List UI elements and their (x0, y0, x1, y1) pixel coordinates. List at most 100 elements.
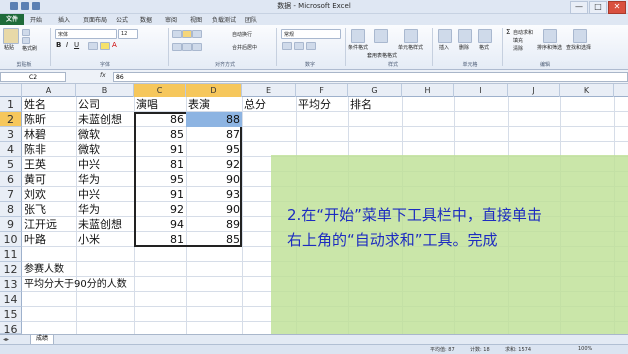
delete-cells-button[interactable]: 删除 (459, 44, 469, 51)
column-header[interactable]: A (22, 84, 76, 97)
font-name-select[interactable]: 宋体 (55, 29, 117, 39)
close-button[interactable]: ✕ (608, 1, 626, 14)
row-header[interactable]: 8 (0, 202, 22, 217)
wrap-text-button[interactable]: 自动换行 (232, 31, 252, 38)
select-all-corner[interactable] (0, 84, 22, 97)
cell[interactable]: 95 (186, 142, 242, 158)
cell[interactable]: 华为 (76, 172, 102, 188)
name-box[interactable]: C2 (0, 72, 66, 82)
format-cells-button[interactable]: 格式 (479, 44, 489, 51)
cell[interactable]: 小米 (76, 232, 102, 248)
row-header[interactable]: 1 (0, 97, 22, 112)
italic-icon[interactable]: I (66, 41, 68, 49)
paste-button[interactable]: 粘贴 (4, 44, 14, 51)
cell[interactable]: 平均分 (296, 97, 333, 113)
column-header[interactable]: I (454, 84, 508, 97)
tab-view[interactable]: 视图 (190, 15, 202, 24)
cell[interactable]: 93 (186, 187, 242, 203)
fx-icon[interactable]: fx (100, 72, 106, 79)
fill-button[interactable]: 填充 (513, 37, 523, 44)
cell[interactable]: 87 (186, 127, 242, 143)
number-format-select[interactable]: 常规 (281, 29, 341, 39)
row-header[interactable]: 3 (0, 127, 22, 142)
cell-styles-button[interactable]: 单元格样式 (398, 44, 423, 51)
column-header[interactable]: G (348, 84, 402, 97)
column-header[interactable]: J (508, 84, 560, 97)
tab-data[interactable]: 数据 (140, 15, 152, 24)
align-middle-icon[interactable] (182, 30, 192, 38)
clear-button[interactable]: 清除 (513, 45, 523, 52)
format-cells-icon[interactable] (478, 29, 492, 43)
column-header[interactable]: B (76, 84, 134, 97)
cell[interactable]: 公司 (76, 97, 102, 113)
cell[interactable]: 86 (134, 112, 186, 128)
cell[interactable]: 89 (186, 217, 242, 233)
autosum-icon[interactable]: Σ (506, 28, 510, 36)
tab-file[interactable]: 文件 (0, 14, 24, 25)
cell[interactable]: 江开远 (22, 217, 59, 233)
merge-center-button[interactable]: 合并后居中 (232, 44, 257, 51)
cell[interactable]: 91 (134, 187, 186, 203)
conditional-format-icon[interactable] (351, 29, 365, 43)
cell[interactable]: 排名 (348, 97, 374, 113)
align-left-icon[interactable] (172, 43, 182, 51)
cell[interactable]: 王英 (22, 157, 48, 173)
borders-icon[interactable] (88, 42, 98, 50)
tab-insert[interactable]: 插入 (58, 15, 70, 24)
bold-icon[interactable]: B (56, 41, 61, 49)
cell[interactable]: 张飞 (22, 202, 48, 218)
percent-icon[interactable] (294, 42, 304, 50)
cell[interactable]: 微软 (76, 142, 102, 158)
cell[interactable]: 华为 (76, 202, 102, 218)
delete-cells-icon[interactable] (458, 29, 472, 43)
cut-icon[interactable] (22, 29, 30, 36)
cell[interactable]: 姓名 (22, 97, 48, 113)
currency-icon[interactable] (282, 42, 292, 50)
row-header[interactable]: 9 (0, 217, 22, 232)
cell[interactable]: 91 (134, 142, 186, 158)
cell-styles-icon[interactable] (404, 29, 418, 43)
comma-icon[interactable] (306, 42, 316, 50)
row-header[interactable]: 7 (0, 187, 22, 202)
column-header[interactable]: F (296, 84, 348, 97)
sort-filter-icon[interactable] (543, 29, 557, 43)
row-header[interactable]: 6 (0, 172, 22, 187)
cell[interactable]: 林碧 (22, 127, 48, 143)
cell[interactable]: 演唱 (134, 97, 160, 113)
cell[interactable]: 81 (134, 157, 186, 173)
sheet-nav-icon[interactable]: ◂▸ (3, 336, 9, 343)
row-header[interactable]: 13 (0, 277, 22, 292)
cell[interactable]: 总分 (242, 97, 268, 113)
find-select-button[interactable]: 查找和选择 (566, 44, 591, 51)
cell[interactable]: 陈非 (22, 142, 48, 158)
conditional-format-button[interactable]: 条件格式 (348, 44, 368, 51)
cell[interactable]: 表演 (186, 97, 212, 113)
cell[interactable]: 未蓝创想 (76, 112, 124, 128)
row-header[interactable]: 2 (0, 112, 22, 127)
cell[interactable]: 陈昕 (22, 112, 48, 128)
row-header[interactable]: 10 (0, 232, 22, 247)
row-header[interactable]: 15 (0, 307, 22, 322)
font-size-select[interactable]: 12 (118, 29, 138, 39)
cell[interactable]: 中兴 (76, 187, 102, 203)
align-center-icon[interactable] (182, 43, 192, 51)
tab-load-test[interactable]: 负载测试 (212, 15, 236, 24)
autosum-button[interactable]: 自动求和 (513, 29, 533, 36)
tab-team[interactable]: 团队 (245, 15, 257, 24)
zoom-level[interactable]: 100% (578, 346, 592, 352)
cell[interactable]: 叶路 (22, 232, 48, 248)
row-header[interactable]: 11 (0, 247, 22, 262)
cell[interactable]: 90 (186, 202, 242, 218)
align-right-icon[interactable] (192, 43, 202, 51)
sort-filter-button[interactable]: 排序和筛选 (537, 44, 562, 51)
column-header[interactable]: D (186, 84, 242, 97)
formula-input[interactable]: 86 (113, 72, 628, 82)
tab-formulas[interactable]: 公式 (116, 15, 128, 24)
cell[interactable]: 85 (186, 232, 242, 248)
cell[interactable]: 85 (134, 127, 186, 143)
row-header[interactable]: 5 (0, 157, 22, 172)
tab-page-layout[interactable]: 页面布局 (83, 15, 107, 24)
font-color-icon[interactable]: A (112, 41, 117, 49)
cell[interactable]: 黄可 (22, 172, 48, 188)
cell[interactable]: 刘欢 (22, 187, 48, 203)
